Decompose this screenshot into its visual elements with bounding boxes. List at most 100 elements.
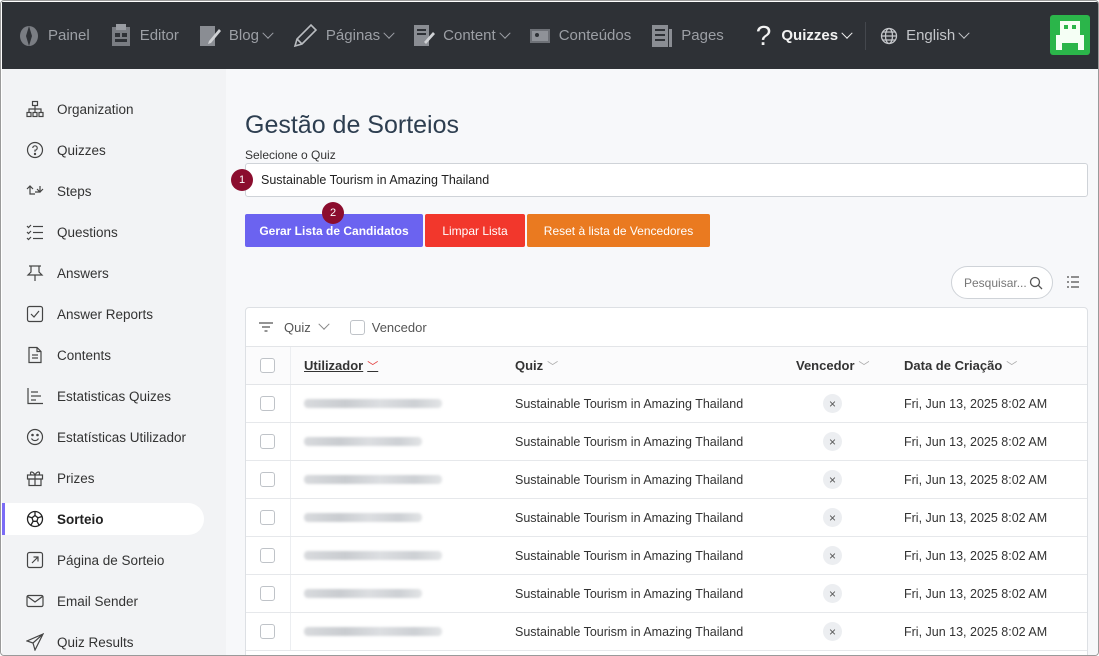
sidebar-item-answer-reports[interactable]: Answer Reports — [2, 298, 204, 330]
row-quiz: Sustainable Tourism in Amazing Thailand — [515, 548, 744, 563]
clear-list-button[interactable]: Limpar Lista — [425, 214, 525, 247]
not-winner-icon: × — [823, 470, 842, 489]
row-checkbox[interactable] — [260, 434, 275, 449]
winner-filter-checkbox[interactable] — [349, 319, 365, 335]
language-selector[interactable]: English — [870, 2, 978, 69]
column-header-quiz[interactable]: Quiz ﹀ — [503, 358, 796, 374]
sidebar-item-label: Estatisticas Quizes — [57, 388, 172, 404]
sidebar-item-quizzes[interactable]: Quizzes — [2, 134, 204, 166]
search-input[interactable]: Pesquisar... — [951, 266, 1053, 299]
table-header: Utilizador ﹀ Quiz ﹀ Vencedor ﹀ Data de Cria… — [246, 347, 1087, 385]
quiz-filter-label: Quiz — [284, 319, 311, 335]
sidebar-item-label: Email Sender — [57, 593, 139, 609]
table-row[interactable]: Sustainable Tourism in Amazing Thailand … — [246, 613, 1087, 651]
nav-paginas[interactable]: Páginas — [282, 2, 403, 69]
candidates-table: Quiz Vencedor Utilizador ﹀ Quiz ﹀ Vencedor… — [245, 307, 1088, 655]
gift-icon — [26, 469, 44, 487]
table-row[interactable]: Sustainable Tourism in Amazing Thailand … — [246, 575, 1087, 613]
table-row[interactable]: Sustainable Tourism in Amazing Thailand … — [246, 423, 1087, 461]
redacted-user — [304, 399, 442, 408]
sort-desc-icon: ﹀ — [367, 360, 379, 373]
row-checkbox[interactable] — [260, 624, 275, 639]
nav-pages-label: Pages — [681, 27, 724, 44]
row-quiz: Sustainable Tourism in Amazing Thailand — [515, 624, 744, 639]
question-circle-icon — [26, 141, 44, 159]
column-header-vencedor[interactable]: Vencedor ﹀ — [796, 358, 902, 374]
nav-pages[interactable]: Pages — [641, 2, 734, 69]
row-date: Fri, Jun 13, 2025 8:02 AM — [904, 586, 1048, 601]
avatar[interactable] — [1050, 15, 1090, 55]
sidebar-item-sorteio[interactable]: Sorteio — [2, 503, 204, 535]
table-row[interactable]: Sustainable Tourism in Amazing Thailand … — [246, 537, 1087, 575]
sidebar-item-contents[interactable]: Contents — [2, 339, 204, 371]
chevron-down-icon — [499, 27, 511, 39]
sidebar-item-label: Sorteio — [57, 511, 104, 527]
sidebar-item-estatisticas-quizes[interactable]: Estatisticas Quizes — [2, 380, 204, 412]
row-checkbox[interactable] — [260, 472, 275, 487]
sidebar-item-label: Estatísticas Utilizador — [57, 429, 187, 445]
table-row[interactable]: Sustainable Tourism in Amazing Thailand … — [246, 499, 1087, 537]
sidebar-item-answers[interactable]: Answers — [2, 257, 204, 289]
reset-winners-button[interactable]: Reset à lista de Vencedores — [527, 214, 710, 247]
sidebar-item-pagina-de-sorteio[interactable]: Página de Sorteio — [2, 544, 204, 576]
sidebar-item-label: Quiz Results — [57, 634, 134, 650]
sidebar-item-estatisticas-utilizador[interactable]: Estatísticas Utilizador — [2, 421, 204, 453]
nav-conteudos[interactable]: Conteúdos — [519, 2, 642, 69]
row-checkbox[interactable] — [260, 586, 275, 601]
not-winner-icon: × — [823, 394, 842, 413]
top-navigation-bar: Painel Editor Blog Páginas Content Conte… — [2, 2, 1098, 69]
sort-icon: ﹀ — [858, 360, 870, 373]
sidebar-item-email-sender[interactable]: Email Sender — [2, 585, 204, 617]
step-badge-2: 2 — [322, 202, 344, 224]
page-title: Gestão de Sorteios — [245, 111, 460, 139]
redacted-user — [304, 551, 442, 560]
sidebar-item-label: Organization — [57, 101, 134, 117]
search-placeholder: Pesquisar... — [964, 275, 1027, 290]
nav-editor[interactable]: Editor — [100, 2, 189, 69]
table-row[interactable]: Sustainable Tourism in Amazing Thailand … — [246, 385, 1087, 423]
sidebar-item-label: Prizes — [57, 470, 95, 486]
not-winner-icon: × — [823, 622, 842, 641]
questions-list-icon — [26, 223, 44, 241]
sidebar-item-label: Questions — [57, 224, 118, 240]
redacted-user — [304, 513, 422, 522]
column-header-utilizador[interactable]: Utilizador ﹀ — [290, 347, 503, 384]
sidebar-item-label: Contents — [57, 347, 112, 363]
row-checkbox[interactable] — [260, 548, 275, 563]
row-checkbox[interactable] — [260, 396, 275, 411]
document-icon — [26, 346, 44, 364]
sidebar-item-questions[interactable]: Questions — [2, 216, 204, 248]
stats-icon — [26, 387, 44, 405]
column-header-data[interactable]: Data de Criação ﹀ — [902, 358, 1087, 374]
sidebar-item-quiz-results[interactable]: Quiz Results — [2, 626, 204, 655]
search-icon — [1029, 276, 1043, 289]
filter-icon[interactable] — [258, 321, 274, 333]
nav-content[interactable]: Content — [403, 2, 519, 69]
chevron-down-icon — [958, 27, 970, 39]
steps-icon — [26, 182, 44, 200]
sidebar-item-prizes[interactable]: Prizes — [2, 462, 204, 494]
redacted-user — [304, 437, 422, 446]
sidebar-item-steps[interactable]: Steps — [2, 175, 204, 207]
nav-editor-label: Editor — [139, 27, 179, 44]
sidebar-item-organization[interactable]: Organization — [2, 93, 204, 125]
column-label: Data de Criação — [904, 357, 1003, 373]
table-row[interactable]: Sustainable Tourism in Amazing Thailand … — [246, 461, 1087, 499]
row-checkbox[interactable] — [260, 510, 275, 525]
nav-blog[interactable]: Blog — [189, 2, 282, 69]
not-winner-icon: × — [823, 546, 842, 565]
redacted-user — [304, 475, 442, 484]
quiz-select[interactable] — [245, 163, 1088, 197]
row-date: Fri, Jun 13, 2025 8:02 AM — [904, 510, 1048, 525]
sidebar-item-label: Página de Sorteio — [57, 552, 165, 568]
smile-icon — [26, 428, 44, 446]
not-winner-icon: × — [823, 508, 842, 527]
not-winner-icon: × — [823, 432, 842, 451]
list-view-icon[interactable] — [1066, 275, 1080, 289]
quiz-filter[interactable]: Quiz — [284, 318, 330, 335]
chevron-down-icon — [383, 27, 395, 39]
select-all-checkbox[interactable] — [260, 358, 275, 373]
nav-painel[interactable]: Painel — [2, 2, 100, 69]
main-content: Gestão de Sorteios Selecione o Quiz 1 Ge… — [226, 69, 1098, 655]
nav-quizzes[interactable]: ? Quizzes — [734, 2, 861, 69]
